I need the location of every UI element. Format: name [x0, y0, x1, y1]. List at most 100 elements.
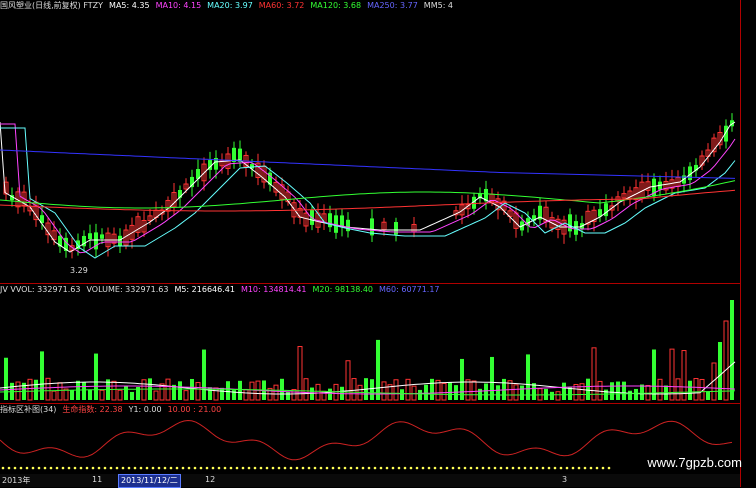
indicator-dot	[1, 466, 5, 470]
indicator-dot	[571, 466, 575, 470]
indicator-dot	[397, 466, 401, 470]
indicator-dot	[349, 466, 353, 470]
indicator-dot	[19, 466, 23, 470]
ma250-line	[0, 149, 736, 179]
life-index-line	[0, 419, 733, 461]
indicator-dot	[361, 466, 365, 470]
indicator-dot	[13, 466, 17, 470]
indicator-dot	[487, 466, 491, 470]
indicator-dot	[427, 466, 431, 470]
volume-bar	[610, 382, 614, 400]
indicator-dot	[331, 466, 335, 470]
indicator-dot	[373, 466, 377, 470]
indicator-dot	[115, 466, 119, 470]
volume-bar	[640, 384, 644, 400]
indicator-dot	[187, 466, 191, 470]
indicator-dot	[151, 466, 155, 470]
volume-bar	[622, 381, 626, 400]
candle-body	[568, 214, 572, 232]
volume-bar	[591, 347, 597, 401]
volume-bar	[45, 377, 51, 401]
candle-body	[394, 222, 398, 235]
volume-bar	[4, 357, 8, 400]
indicator-dot	[541, 466, 545, 470]
indicator-dot	[79, 466, 83, 470]
indicator-dot	[589, 466, 593, 470]
volume-bar	[604, 389, 608, 400]
volume-bar	[634, 388, 638, 400]
indicator-dot	[163, 466, 167, 470]
volume-bar	[286, 391, 290, 400]
indicator-dot	[529, 466, 533, 470]
indicator-dot	[421, 466, 425, 470]
date-year-label: 2013年	[2, 476, 31, 485]
indicator-dot	[403, 466, 407, 470]
indicator-dot	[73, 466, 77, 470]
indicator-dot	[265, 466, 269, 470]
indicator-dot	[157, 466, 161, 470]
indicator-dot	[475, 466, 479, 470]
selected-date-box[interactable]: 2013/11/12/二	[118, 474, 181, 488]
indicator-dot	[307, 466, 311, 470]
indicator-dot	[355, 466, 359, 470]
low-price-label: 3.29	[70, 266, 88, 275]
indicator-dot	[289, 466, 293, 470]
indicator-dot	[43, 466, 47, 470]
volume-bar	[628, 390, 632, 400]
volume-bar	[57, 382, 63, 401]
kline-chart-canvas[interactable]	[0, 0, 740, 474]
volume-bar	[490, 356, 494, 400]
indicator-dot	[367, 466, 371, 470]
indicator-dot	[523, 466, 527, 470]
volume-bar	[178, 381, 182, 400]
indicator-dot	[139, 466, 143, 470]
indicator-dot	[343, 466, 347, 470]
volume-bar	[51, 390, 57, 401]
volume-bar	[226, 381, 230, 400]
indicator-dot	[577, 466, 581, 470]
indicator-dot	[547, 466, 551, 470]
indicator-dot	[313, 466, 317, 470]
date-tick-11: 11	[92, 475, 103, 484]
indicator-dot	[247, 466, 251, 470]
volume-bar	[555, 391, 561, 401]
volume-bar	[249, 381, 255, 401]
indicator-dot	[31, 466, 35, 470]
date-axis-bar[interactable]	[0, 474, 740, 487]
indicator-dot	[535, 466, 539, 470]
indicator-dot	[499, 466, 503, 470]
volume-bar	[496, 385, 500, 400]
volume-bar	[586, 378, 590, 400]
volume-bar	[657, 378, 663, 401]
volume-bar	[165, 378, 171, 401]
volume-bar	[520, 385, 524, 400]
candle-body	[100, 234, 104, 239]
indicator-dot	[559, 466, 563, 470]
volume-bar	[70, 390, 74, 400]
volume-bar	[243, 388, 249, 401]
indicator-dot	[85, 466, 89, 470]
right-axis-border	[740, 0, 741, 487]
volume-bar	[111, 380, 117, 401]
volume-bar	[562, 382, 566, 400]
volume-bar	[303, 378, 309, 401]
indicator-dot	[319, 466, 323, 470]
indicator-dot	[205, 466, 209, 470]
indicator-dot	[583, 466, 587, 470]
volume-bar	[183, 390, 189, 401]
indicator-dot	[241, 466, 245, 470]
volume-bar	[411, 385, 417, 401]
indicator-dot	[133, 466, 137, 470]
volume-bar	[15, 381, 21, 401]
indicator-dot	[193, 466, 197, 470]
indicator-dot	[7, 466, 11, 470]
indicator-dot	[121, 466, 125, 470]
indicator-dot	[565, 466, 569, 470]
volume-bar	[124, 386, 128, 400]
indicator-dot	[337, 466, 341, 470]
volume-bar	[424, 384, 428, 400]
volume-bar	[430, 378, 434, 400]
indicator-dot	[181, 466, 185, 470]
indicator-dot	[295, 466, 299, 470]
indicator-dot	[325, 466, 329, 470]
